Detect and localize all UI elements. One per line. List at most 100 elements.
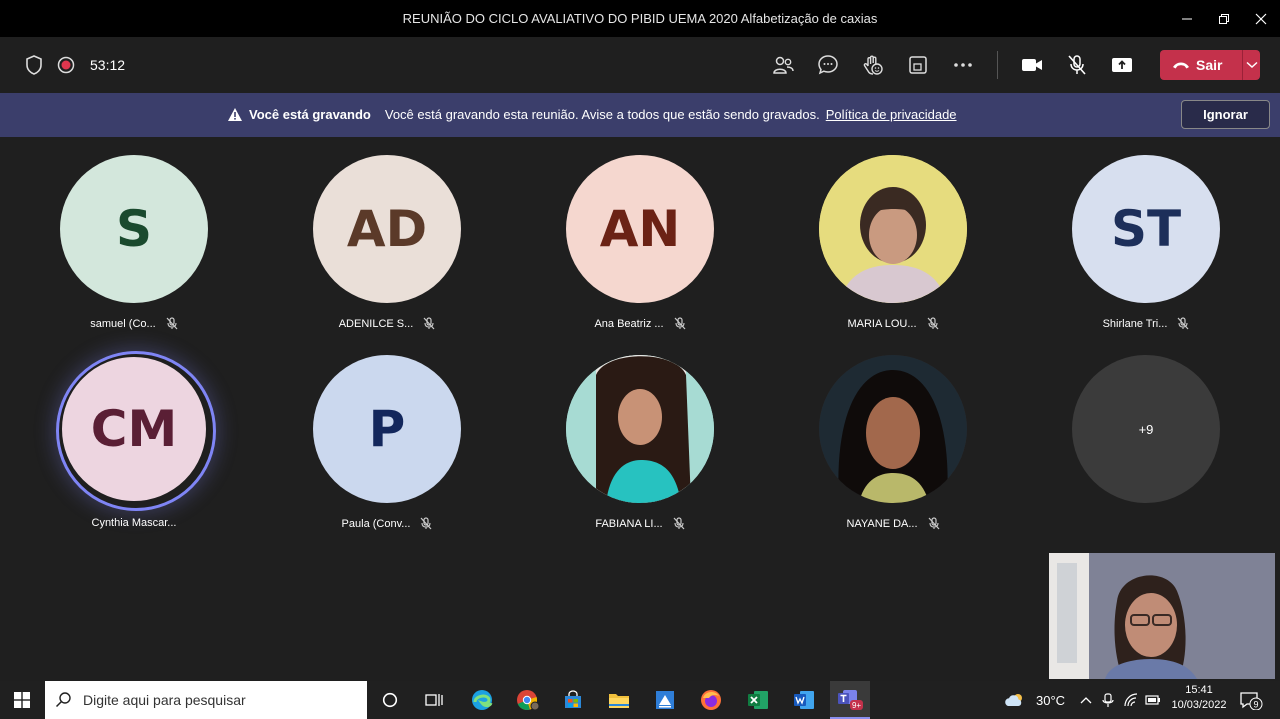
window-titlebar: REUNIÃO DO CICLO AVALIATIVO DO PIBID UEM… — [0, 0, 1280, 37]
window-title: REUNIÃO DO CICLO AVALIATIVO DO PIBID UEM… — [402, 11, 878, 26]
mic-off-icon — [423, 317, 435, 330]
chevron-down-icon — [1245, 61, 1258, 69]
avatar-initials: S — [115, 200, 152, 258]
avatar: ST — [1072, 155, 1220, 303]
mic-off-icon — [928, 517, 939, 530]
participant-name-row: FABIANA LI... — [540, 517, 740, 530]
hang-up-icon — [1173, 62, 1189, 69]
overflow-count[interactable]: +9 — [1072, 355, 1220, 503]
participant-tile[interactable]: MARIA LOU... — [793, 155, 993, 345]
taskbar-app-word[interactable] — [784, 681, 824, 719]
taskbar-app-chrome[interactable] — [508, 681, 548, 719]
windows-icon — [14, 692, 30, 708]
excel-icon — [748, 691, 768, 709]
maximize-button[interactable] — [1205, 0, 1242, 37]
taskbar-search[interactable] — [45, 681, 367, 719]
rooms-button[interactable] — [900, 37, 936, 93]
participants-button[interactable] — [765, 37, 801, 93]
breakout-rooms-icon — [909, 56, 927, 74]
recording-banner: Você está gravando Você está gravando es… — [0, 93, 1280, 137]
meeting-info-button[interactable] — [16, 37, 52, 93]
mic-off-icon — [673, 517, 685, 530]
participant-tile-speaking[interactable]: CM Cynthia Mascar... — [34, 351, 234, 545]
chevron-up-icon — [1080, 697, 1092, 704]
avatar: AN — [566, 155, 714, 303]
warning-icon — [228, 108, 242, 121]
profile-photo — [819, 155, 967, 303]
mic-off-icon — [927, 317, 938, 330]
share-button[interactable] — [1104, 37, 1140, 93]
privacy-policy-link[interactable]: Política de privacidade — [826, 107, 957, 122]
close-button[interactable] — [1242, 0, 1279, 37]
leave-options-button[interactable] — [1243, 61, 1260, 69]
participant-name-row: Shirlane Tri... — [1046, 317, 1246, 330]
participant-tile[interactable]: FABIANA LI... — [540, 355, 740, 545]
avatar-initials: ST — [1110, 200, 1182, 258]
firefox-icon — [701, 690, 721, 710]
participant-tile[interactable]: NAYANE DA... — [793, 355, 993, 545]
cloud-weather-icon — [1005, 694, 1022, 706]
taskbar-app-teams[interactable]: 9+ — [830, 681, 870, 719]
weather-widget[interactable] — [997, 681, 1033, 719]
search-input[interactable] — [81, 691, 345, 709]
store-icon — [565, 690, 581, 708]
taskbar-app-explorer[interactable] — [599, 681, 639, 719]
notification-center-button[interactable]: 9 — [1236, 681, 1266, 719]
wifi-icon — [1124, 693, 1138, 707]
banner-title: Você está gravando — [249, 107, 371, 122]
chrome-icon — [517, 690, 540, 711]
tray-meet-now[interactable] — [1098, 681, 1118, 719]
more-actions-button[interactable] — [945, 37, 981, 93]
taskbar-app-edge[interactable] — [462, 681, 502, 719]
chat-icon — [818, 55, 838, 75]
participant-name-row: Cynthia Mascar... — [34, 517, 234, 529]
leave-label: Sair — [1196, 57, 1223, 73]
share-screen-icon — [1112, 58, 1132, 72]
reactions-button[interactable] — [855, 37, 891, 93]
battery-icon — [1145, 695, 1160, 705]
participant-tile[interactable]: ST Shirlane Tri... — [1046, 155, 1246, 345]
notification-count: 9 — [1253, 699, 1258, 709]
avatar-photo — [819, 155, 967, 303]
profile-photo — [819, 355, 967, 503]
microphone-button[interactable] — [1059, 37, 1095, 93]
tray-overflow-button[interactable] — [1076, 681, 1096, 719]
mic-off-icon — [1177, 317, 1189, 330]
avatar-initials: AN — [599, 200, 681, 258]
clock[interactable]: 15:41 10/03/2022 — [1168, 684, 1230, 711]
taskbar-app-ms-feed[interactable] — [645, 681, 685, 719]
minimize-button[interactable] — [1168, 0, 1205, 37]
tray-network[interactable] — [1121, 681, 1141, 719]
self-video-image — [1049, 553, 1275, 679]
chat-button[interactable] — [810, 37, 846, 93]
mic-off-icon — [166, 317, 178, 330]
avatar: S — [60, 155, 208, 303]
taskbar-app-store[interactable] — [553, 681, 593, 719]
leave-button[interactable]: Sair — [1160, 50, 1260, 80]
participant-tile[interactable]: S samuel (Co... — [34, 155, 234, 345]
mic-off-icon — [420, 517, 432, 530]
participant-name-row: Paula (Conv... — [287, 517, 487, 530]
temperature[interactable]: 30°C — [1036, 693, 1065, 708]
mic-off-icon — [1068, 55, 1086, 75]
camera-button[interactable] — [1014, 37, 1050, 93]
participant-name-row: Ana Beatriz ... — [540, 317, 740, 330]
participant-tile[interactable]: P Paula (Conv... — [287, 355, 487, 545]
dismiss-button[interactable]: Ignorar — [1181, 100, 1270, 129]
self-video-preview[interactable] — [1049, 553, 1275, 679]
cortana-button[interactable] — [370, 681, 410, 719]
tray-battery[interactable] — [1143, 681, 1163, 719]
participant-name: MARIA LOU... — [847, 317, 917, 330]
participant-name-row: NAYANE DA... — [793, 517, 993, 530]
taskbar-app-excel[interactable] — [738, 681, 778, 719]
participant-name: Cynthia Mascar... — [91, 517, 177, 529]
more-participants-tile[interactable]: +9 — [1046, 355, 1246, 545]
leave-main[interactable]: Sair — [1160, 57, 1242, 73]
participant-tile[interactable]: AN Ana Beatriz ... — [540, 155, 740, 345]
taskbar-app-firefox[interactable] — [691, 681, 731, 719]
participant-tile[interactable]: AD ADENILCE S... — [287, 155, 487, 345]
start-button[interactable] — [2, 681, 42, 719]
task-view-button[interactable] — [414, 681, 454, 719]
search-icon — [55, 692, 71, 708]
recording-indicator — [48, 37, 84, 93]
